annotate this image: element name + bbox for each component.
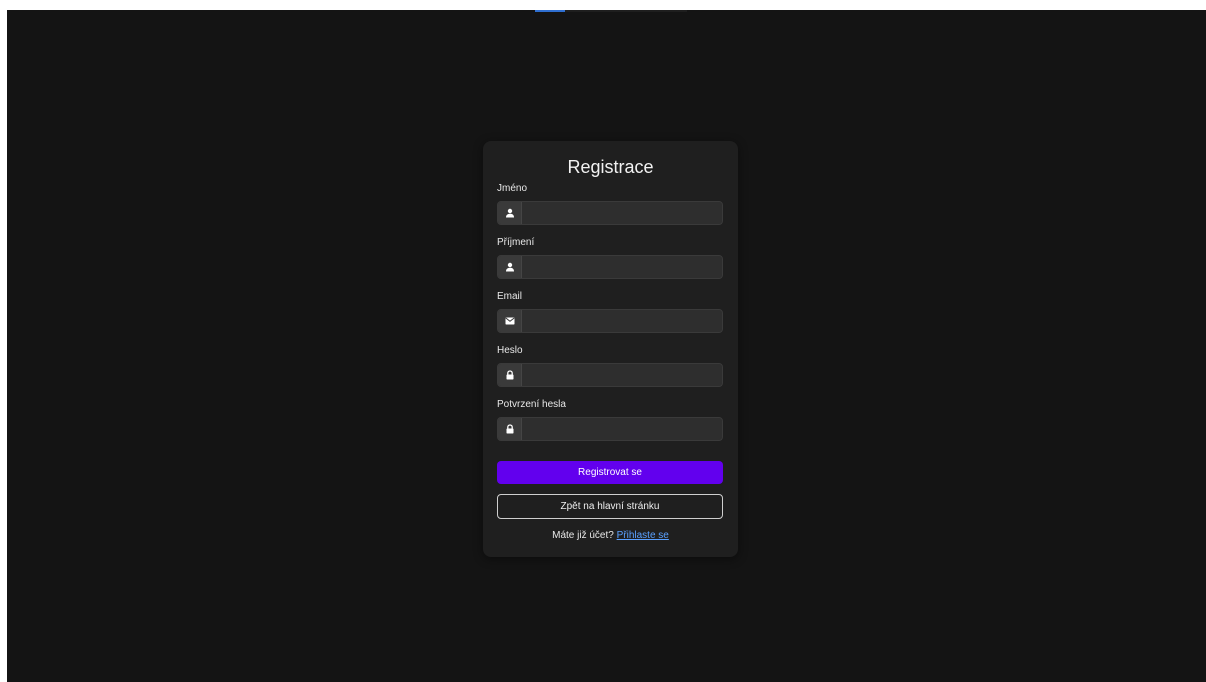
email-group xyxy=(497,309,723,333)
login-link[interactable]: Přihlaste se xyxy=(617,530,669,541)
registration-card: Registrace Jméno Příjmení Email Heslo Po… xyxy=(483,141,738,557)
register-button[interactable]: Registrovat se xyxy=(497,461,723,484)
login-prompt: Máte již účet? Přihlaste se xyxy=(483,530,738,542)
page-background: Registrace Jméno Příjmení Email Heslo Po… xyxy=(7,10,1206,682)
password-input[interactable] xyxy=(522,364,722,386)
password-group xyxy=(497,363,723,387)
confirm-password-input[interactable] xyxy=(522,418,722,440)
email-label: Email xyxy=(497,291,523,302)
login-prompt-text: Máte již účet? xyxy=(552,530,614,541)
lock-icon xyxy=(498,364,522,386)
envelope-icon xyxy=(498,310,522,332)
top-loading-bar-accent xyxy=(535,10,565,12)
last-name-group xyxy=(497,255,723,279)
last-name-label: Příjmení xyxy=(497,237,535,248)
confirm-password-label: Potvrzení hesla xyxy=(497,399,566,410)
password-label: Heslo xyxy=(497,345,523,356)
page-title: Registrace xyxy=(567,157,654,177)
email-input[interactable] xyxy=(522,310,722,332)
lock-icon xyxy=(498,418,522,440)
first-name-input[interactable] xyxy=(522,202,722,224)
back-to-home-button[interactable]: Zpět na hlavní stránku xyxy=(497,494,723,519)
first-name-label: Jméno xyxy=(497,183,528,194)
user-icon xyxy=(498,202,522,224)
last-name-input[interactable] xyxy=(522,256,722,278)
top-loading-bar xyxy=(535,10,687,12)
confirm-password-group xyxy=(497,417,723,441)
user-icon xyxy=(498,256,522,278)
first-name-group xyxy=(497,201,723,225)
